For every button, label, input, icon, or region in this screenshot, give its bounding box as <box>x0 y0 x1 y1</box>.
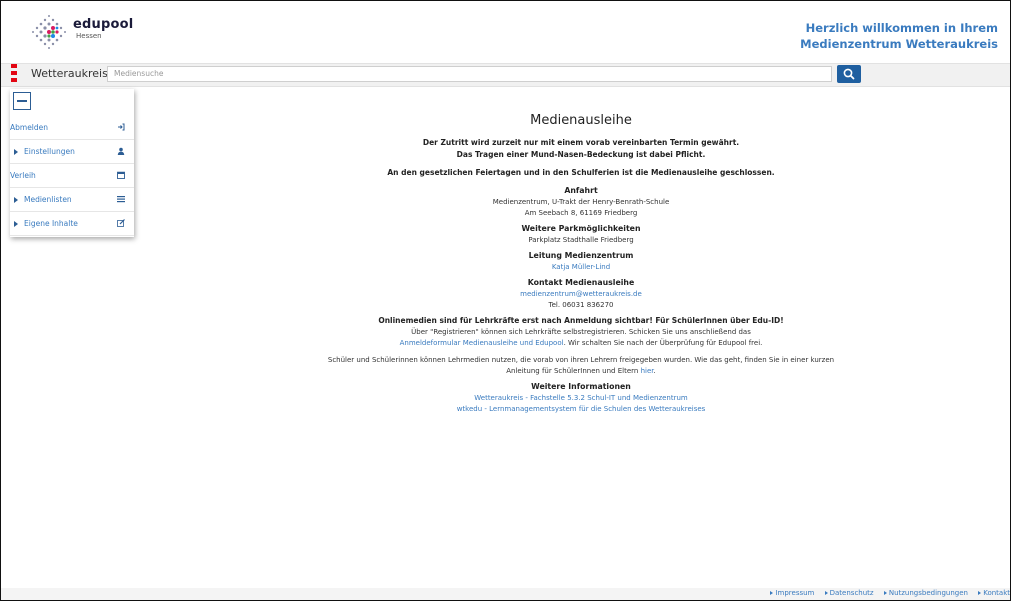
welcome-line-2: Medienzentrum Wetteraukreis <box>800 37 998 51</box>
region-label: Wetteraukreis <box>31 67 108 80</box>
footer-link-datenschutz[interactable]: Datenschutz <box>824 589 874 597</box>
user-icon <box>117 147 125 155</box>
notice-holidays: An den gesetzlichen Feiertagen und in de… <box>387 168 775 177</box>
anmeldeformular-link[interactable]: Anmeldeformular Medienausleihe und Edupo… <box>400 339 564 347</box>
menu-toggle-icon[interactable] <box>11 64 17 86</box>
kontakt-phone: Tel. 06031 836270 <box>548 301 614 309</box>
list-icon <box>117 196 125 203</box>
side-menu-list: Abmelden Einstellungen Verleih Medienlis… <box>10 116 134 236</box>
search-icon <box>843 68 855 80</box>
notice-appointment: Der Zutritt wird zurzeit nur mit einem v… <box>422 138 740 147</box>
info-heading: Weitere Informationen <box>531 382 631 391</box>
menu-item-label: Abmelden <box>10 123 49 132</box>
menu-item-einstellungen[interactable]: Einstellungen <box>10 140 134 164</box>
side-menu: Abmelden Einstellungen Verleih Medienlis… <box>10 89 134 237</box>
students-hier-link[interactable]: hier <box>641 367 654 375</box>
edit-icon <box>117 219 125 227</box>
site-header: edupool Hessen Herzlich willkommen in Ih… <box>1 1 1010 61</box>
students-line-1: Schüler und Schülerinnen können Lehrmedi… <box>327 356 835 364</box>
students-line-2-text: Anleitung für SchülerInnen und Eltern <box>506 367 639 375</box>
search-bar: Wetteraukreis Mediensuche <box>1 63 1010 87</box>
anfahrt-heading: Anfahrt <box>564 186 598 195</box>
search-button[interactable] <box>837 65 861 83</box>
menu-item-verleih[interactable]: Verleih <box>10 164 134 188</box>
kontakt-heading: Kontakt Medienausleihe <box>527 278 635 287</box>
menu-item-medienlisten[interactable]: Medienlisten <box>10 188 134 212</box>
menu-item-label: Medienlisten <box>24 195 72 204</box>
logo-subtitle: Hessen <box>76 32 102 40</box>
welcome-message: Herzlich willkommen in Ihrem Medienzentr… <box>800 20 998 52</box>
menu-item-label: Verleih <box>10 171 36 180</box>
page-title: Medienausleihe <box>530 113 632 128</box>
online-media-heading: Onlinemedien sind für Lehrkräfte erst na… <box>378 316 784 325</box>
anfahrt-line-1: Medienzentrum, U-Trakt der Henry-Benrath… <box>492 198 670 206</box>
chevron-right-icon <box>14 221 18 227</box>
collapse-menu-button[interactable] <box>13 92 31 110</box>
leitung-heading: Leitung Medienzentrum <box>528 251 634 260</box>
chevron-right-icon <box>14 197 18 203</box>
kontakt-email-link[interactable]: medienzentrum@wetteraukreis.de <box>161 289 1001 300</box>
main-content: Medienausleihe Der Zutritt wird zurzeit … <box>161 113 1001 415</box>
footer-links: Impressum Datenschutz Nutzungsbedingunge… <box>762 589 1010 597</box>
footer-link-kontakt[interactable]: Kontakt <box>978 589 1010 597</box>
leitung-name-link[interactable]: Katja Müller-Lind <box>161 262 1001 273</box>
parking-line: Parkplatz Stadthalle Friedberg <box>528 236 634 244</box>
browser-frame: edupool Hessen Herzlich willkommen in Ih… <box>0 0 1011 601</box>
welcome-line-1: Herzlich willkommen in Ihrem <box>805 21 998 35</box>
chevron-right-icon <box>14 149 18 155</box>
info-link-wtkedu[interactable]: wtkedu - Lernmanagementsystem für die Sc… <box>161 404 1001 415</box>
logo-name: edupool <box>73 17 134 32</box>
menu-item-label: Einstellungen <box>24 147 75 156</box>
footer-link-impressum[interactable]: Impressum <box>770 589 814 597</box>
notice-mask: Das Tragen einer Mund-Nasen-Bedeckung is… <box>456 150 706 159</box>
footer-link-nutzungsbedingungen[interactable]: Nutzungsbedingungen <box>883 589 968 597</box>
menu-item-label: Eigene Inhalte <box>24 219 78 228</box>
search-input[interactable]: Mediensuche <box>107 66 832 82</box>
logout-icon <box>118 123 125 131</box>
online-media-line-2-text: . Wir schalten Sie nach der Überprüfung … <box>563 339 763 347</box>
menu-item-eigene-inhalte[interactable]: Eigene Inhalte <box>10 212 134 236</box>
parking-heading: Weitere Parkmöglichkeiten <box>521 224 641 233</box>
edupool-logo[interactable]: edupool Hessen <box>29 11 149 55</box>
students-line-2: Anleitung für SchülerInnen und Eltern hi… <box>506 367 656 375</box>
online-media-line-2: Anmeldeformular Medienausleihe und Edupo… <box>161 338 1001 349</box>
menu-item-abmelden[interactable]: Abmelden <box>10 116 134 140</box>
anfahrt-line-2: Am Seebach 8, 61169 Friedberg <box>524 209 638 217</box>
calendar-icon <box>117 171 125 179</box>
footer: Impressum Datenschutz Nutzungsbedingunge… <box>1 588 1010 600</box>
online-media-line-1: Über "Registrieren" können sich Lehrkräf… <box>411 328 751 336</box>
logo-dots-icon <box>32 15 66 49</box>
info-link-fachstelle[interactable]: Wetteraukreis - Fachstelle 5.3.2 Schul-I… <box>161 393 1001 404</box>
